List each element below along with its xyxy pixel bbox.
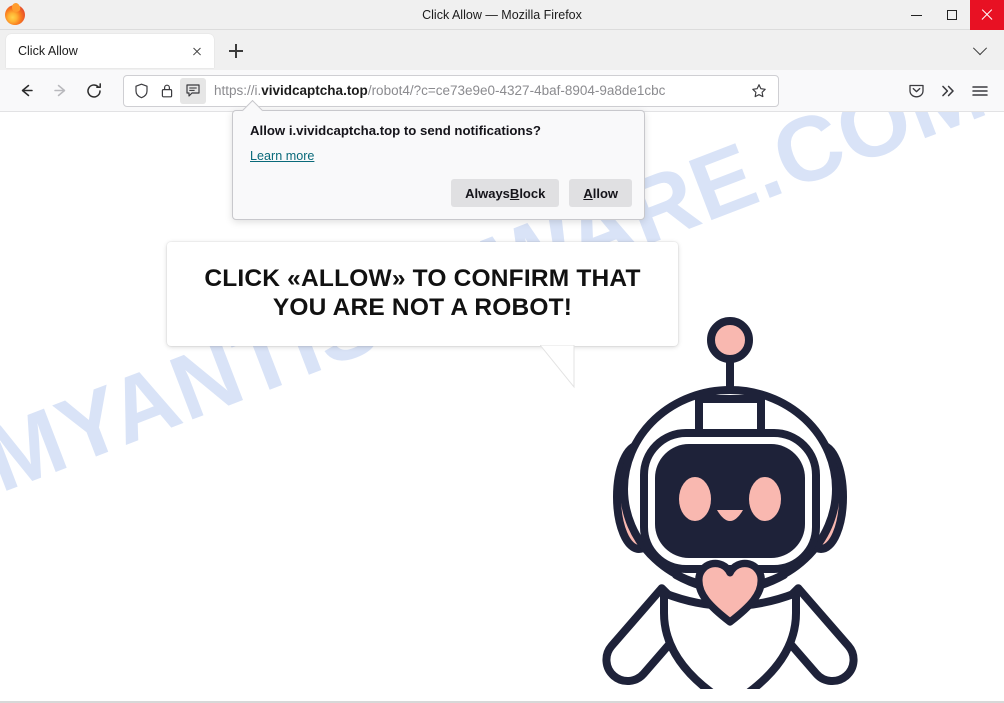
speech-bubble-tail bbox=[540, 345, 575, 389]
title-bar: Click Allow — Mozilla Firefox bbox=[0, 0, 1004, 30]
minimize-icon[interactable] bbox=[898, 0, 934, 30]
star-icon[interactable] bbox=[746, 78, 772, 104]
popup-actions: Always Block Allow bbox=[451, 179, 632, 207]
chevron-down-icon[interactable] bbox=[966, 37, 994, 65]
tab-label: Click Allow bbox=[18, 44, 78, 58]
pocket-icon[interactable] bbox=[900, 76, 932, 106]
padlock-icon[interactable] bbox=[154, 78, 180, 104]
hamburger-menu-icon[interactable] bbox=[964, 76, 996, 106]
url-host: vividcaptcha.top bbox=[261, 82, 368, 98]
always-block-button[interactable]: Always Block bbox=[451, 179, 560, 207]
popup-title: Allow i.vividcaptcha.top to send notific… bbox=[250, 123, 541, 138]
maximize-icon[interactable] bbox=[934, 0, 970, 30]
allow-button[interactable]: Allow bbox=[569, 179, 632, 207]
always-block-label-post: lock bbox=[519, 185, 546, 201]
learn-more-link[interactable]: Learn more bbox=[250, 149, 314, 163]
browser-window: Click Allow — Mozilla Firefox Click Allo… bbox=[0, 0, 1004, 703]
navigation-toolbar: https://i.vividcaptcha.top/robot4/?c=ce7… bbox=[0, 70, 1004, 112]
url-scheme: https:// bbox=[214, 82, 255, 98]
close-icon[interactable] bbox=[186, 40, 208, 62]
double-chevron-right-icon[interactable] bbox=[932, 76, 964, 106]
toolbar-right-group bbox=[900, 76, 996, 106]
forward-arrow-icon bbox=[43, 76, 77, 106]
robot-mascot-illustration bbox=[602, 317, 858, 689]
shield-icon[interactable] bbox=[128, 78, 154, 104]
address-bar[interactable]: https://i.vividcaptcha.top/robot4/?c=ce7… bbox=[123, 74, 779, 107]
allow-label-post: llow bbox=[592, 185, 618, 201]
always-block-label-pre: Always bbox=[465, 185, 510, 201]
notification-permission-popup: Allow i.vividcaptcha.top to send notific… bbox=[232, 99, 645, 220]
page-bottom-border bbox=[0, 701, 1004, 702]
plus-icon[interactable] bbox=[221, 36, 251, 66]
back-arrow-icon[interactable] bbox=[9, 76, 43, 106]
notification-bubble-icon[interactable] bbox=[180, 77, 206, 104]
reload-icon[interactable] bbox=[77, 76, 111, 106]
always-block-accesskey: B bbox=[509, 185, 520, 201]
firefox-logo-icon bbox=[5, 4, 25, 25]
close-icon[interactable] bbox=[970, 0, 1004, 30]
url-path: /robot4/?c=ce73e9e0-4327-4baf-8904-9a8de… bbox=[367, 82, 666, 98]
window-title: Click Allow — Mozilla Firefox bbox=[422, 7, 582, 22]
allow-accesskey: A bbox=[583, 185, 593, 201]
url-text[interactable]: https://i.vividcaptcha.top/robot4/?c=ce7… bbox=[214, 76, 746, 106]
window-controls bbox=[898, 0, 1004, 30]
tab-strip: Click Allow bbox=[0, 30, 1004, 70]
tab-click-allow[interactable]: Click Allow bbox=[6, 34, 214, 68]
